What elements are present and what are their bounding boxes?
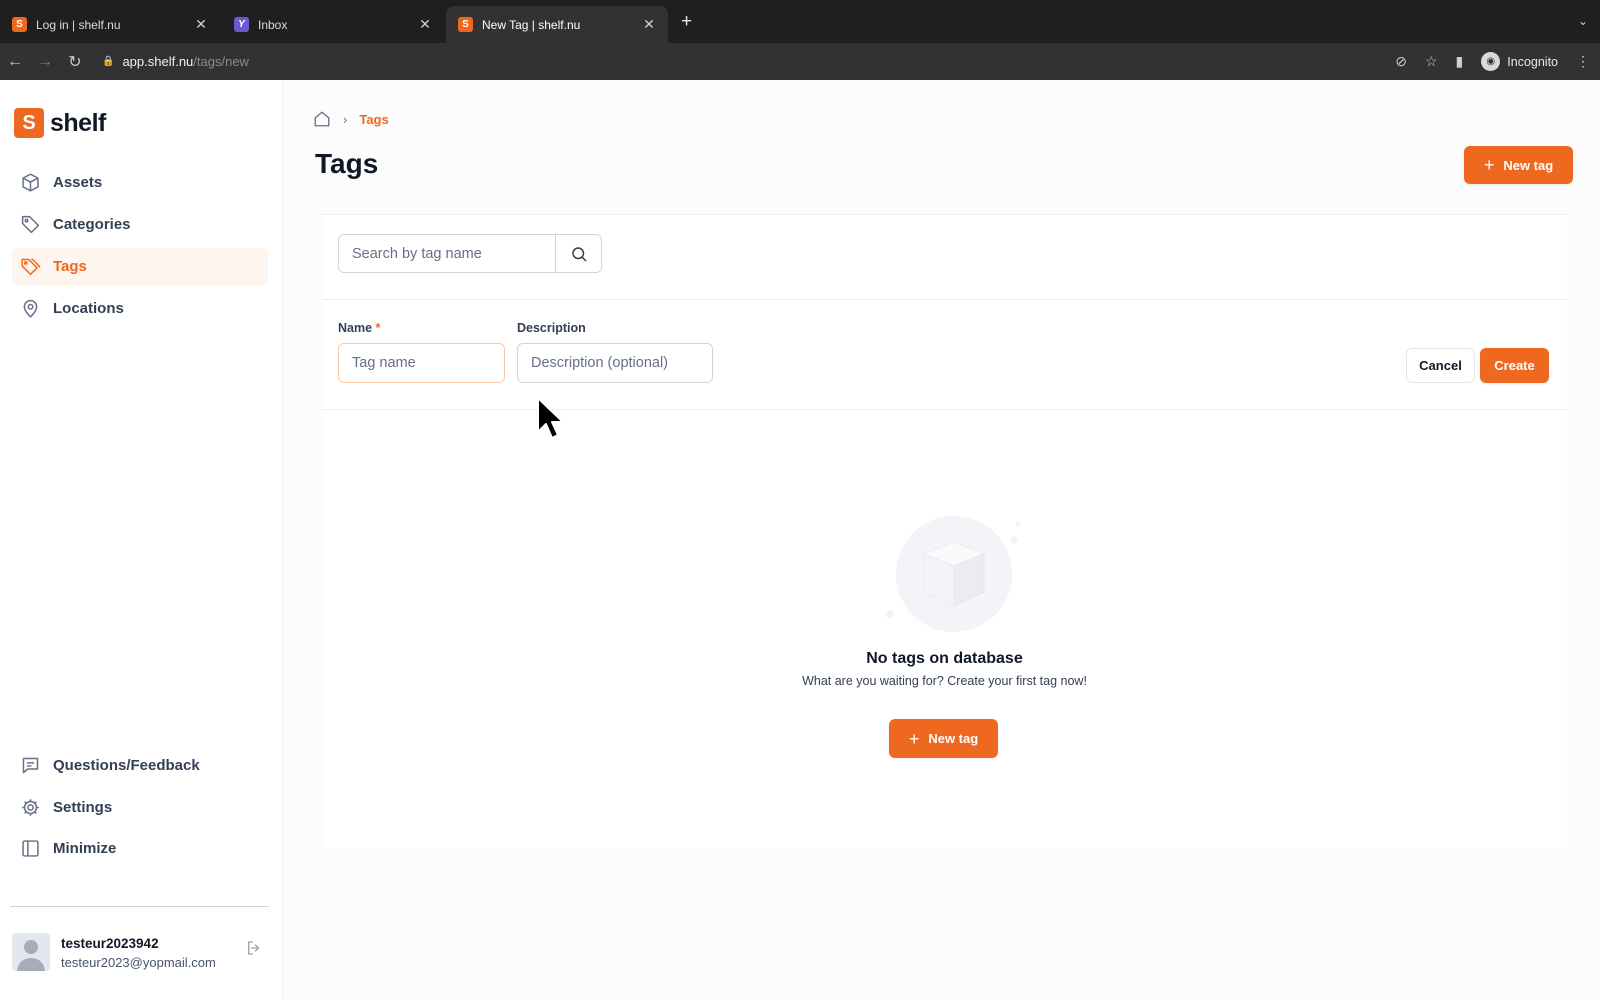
mouse-cursor-icon — [537, 397, 564, 439]
empty-state: No tags on database What are you waiting… — [322, 410, 1567, 848]
incognito-icon: ◉ — [1481, 52, 1501, 71]
sidebar-divider — [10, 906, 269, 907]
plus-icon: + — [1483, 155, 1495, 175]
button-label: New tag — [1503, 157, 1554, 173]
logout-icon[interactable] — [245, 939, 263, 957]
shelf-logo[interactable]: S shelf — [14, 108, 106, 138]
empty-box-icon — [886, 516, 1021, 632]
user-profile: testeur2023942 testeur2023@yopmail.com — [12, 933, 267, 977]
breadcrumb-current[interactable]: Tags — [359, 112, 388, 127]
button-label: New tag — [928, 731, 979, 746]
browser-tab-inbox[interactable]: Y Inbox ✕ — [222, 6, 444, 43]
close-tab-icon[interactable]: ✕ — [642, 16, 656, 33]
tag-name-input[interactable] — [338, 343, 505, 383]
sidebar-item-minimize[interactable]: Minimize — [12, 830, 268, 867]
name-label-text: Name — [338, 321, 373, 335]
star-icon[interactable]: ☆ — [1425, 53, 1438, 70]
breadcrumb: › Tags — [313, 110, 389, 128]
name-label: Name * — [338, 321, 380, 335]
tab-title: Inbox — [258, 17, 288, 32]
tab-title: Log in | shelf.nu — [36, 17, 121, 32]
tab-search-icon[interactable]: ⌄ — [1578, 14, 1588, 28]
eye-off-icon[interactable]: ⊘ — [1395, 53, 1407, 70]
sidebar: S shelf Assets Categories Tags Locations… — [0, 80, 283, 1000]
sidebar-icon — [22, 840, 39, 857]
description-label: Description — [517, 321, 586, 335]
user-name: testeur2023942 — [61, 936, 159, 951]
lock-icon[interactable]: 🔒 — [102, 56, 114, 67]
cancel-button[interactable]: Cancel — [1406, 348, 1475, 383]
incognito-profile[interactable]: ◉ Incognito — [1481, 52, 1558, 71]
avatar[interactable] — [12, 933, 50, 971]
required-mark: * — [375, 321, 381, 335]
search-input[interactable] — [339, 235, 555, 272]
browser-tab-login[interactable]: S Log in | shelf.nu ✕ — [0, 6, 220, 43]
chevron-right-icon: › — [343, 111, 348, 127]
shelf-favicon-icon: S — [12, 17, 27, 32]
forward-icon[interactable]: → — [30, 53, 60, 71]
url-host: app.shelf.nu — [122, 54, 194, 69]
url-field[interactable]: 🔒 app.shelf.nu/tags/new — [96, 48, 1376, 76]
sidebar-item-locations[interactable]: Locations — [12, 290, 268, 327]
close-tab-icon[interactable]: ✕ — [194, 16, 208, 33]
home-icon[interactable] — [313, 110, 331, 128]
empty-title: No tags on database — [866, 650, 1023, 667]
logo-text: shelf — [50, 108, 106, 137]
cube-icon — [22, 173, 39, 192]
shelf-logo-icon: S — [14, 108, 44, 138]
new-tag-button[interactable]: + New tag — [1464, 146, 1573, 184]
message-icon — [22, 757, 39, 774]
yopmail-favicon-icon: Y — [234, 17, 249, 32]
close-tab-icon[interactable]: ✕ — [418, 16, 432, 33]
page-title: Tags — [315, 148, 379, 179]
tab-title: New Tag | shelf.nu — [482, 17, 581, 32]
sidebar-item-tags[interactable]: Tags — [12, 248, 268, 285]
shelf-favicon-icon: S — [458, 17, 473, 32]
sidebar-item-label: Tags — [53, 258, 87, 275]
plus-icon: + — [908, 728, 920, 749]
browser-address-bar: ← → ↻ 🔒 app.shelf.nu/tags/new ⊘ ☆ ▮ ◉ In… — [0, 43, 1600, 80]
sidebar-item-categories[interactable]: Categories — [12, 206, 268, 243]
sidebar-item-label: Questions/Feedback — [53, 757, 200, 774]
sidebar-item-label: Categories — [53, 216, 131, 233]
empty-new-tag-button[interactable]: + New tag — [889, 719, 998, 758]
sidebar-item-label: Settings — [53, 799, 113, 816]
sidebar-item-label: Assets — [53, 174, 103, 191]
sidebar-item-questions-feedback[interactable]: Questions/Feedback — [12, 747, 268, 784]
tags-icon — [21, 258, 41, 276]
sidebar-item-settings[interactable]: Settings — [12, 789, 268, 826]
profile-label: Incognito — [1507, 54, 1558, 69]
back-icon[interactable]: ← — [0, 53, 30, 71]
tag-icon — [21, 215, 40, 234]
sidebar-item-label: Locations — [53, 300, 124, 317]
search-field — [338, 234, 602, 273]
url-path: /tags/new — [193, 54, 249, 69]
reload-icon[interactable]: ↻ — [60, 52, 90, 72]
empty-subtitle: What are you waiting for? Create your fi… — [802, 674, 1087, 688]
search-icon — [571, 246, 586, 261]
sidebar-item-label: Minimize — [53, 840, 117, 857]
create-button[interactable]: Create — [1480, 348, 1549, 383]
browser-menu-icon[interactable]: ⋮ — [1576, 53, 1590, 70]
description-input[interactable] — [517, 343, 713, 383]
map-pin-icon — [23, 299, 38, 318]
filters-bar — [322, 214, 1567, 300]
user-email: testeur2023@yopmail.com — [61, 955, 216, 970]
new-tab-button[interactable]: + — [681, 12, 692, 31]
side-panel-icon[interactable]: ▮ — [1456, 53, 1464, 70]
gear-icon — [22, 799, 39, 816]
search-button[interactable] — [555, 235, 601, 272]
browser-tab-bar: S Log in | shelf.nu ✕ Y Inbox ✕ S New Ta… — [0, 0, 1600, 43]
browser-tab-new-tag[interactable]: S New Tag | shelf.nu ✕ — [446, 6, 668, 43]
sidebar-item-assets[interactable]: Assets — [12, 164, 268, 201]
new-tag-form: Name * Description Cancel Create — [322, 300, 1567, 410]
